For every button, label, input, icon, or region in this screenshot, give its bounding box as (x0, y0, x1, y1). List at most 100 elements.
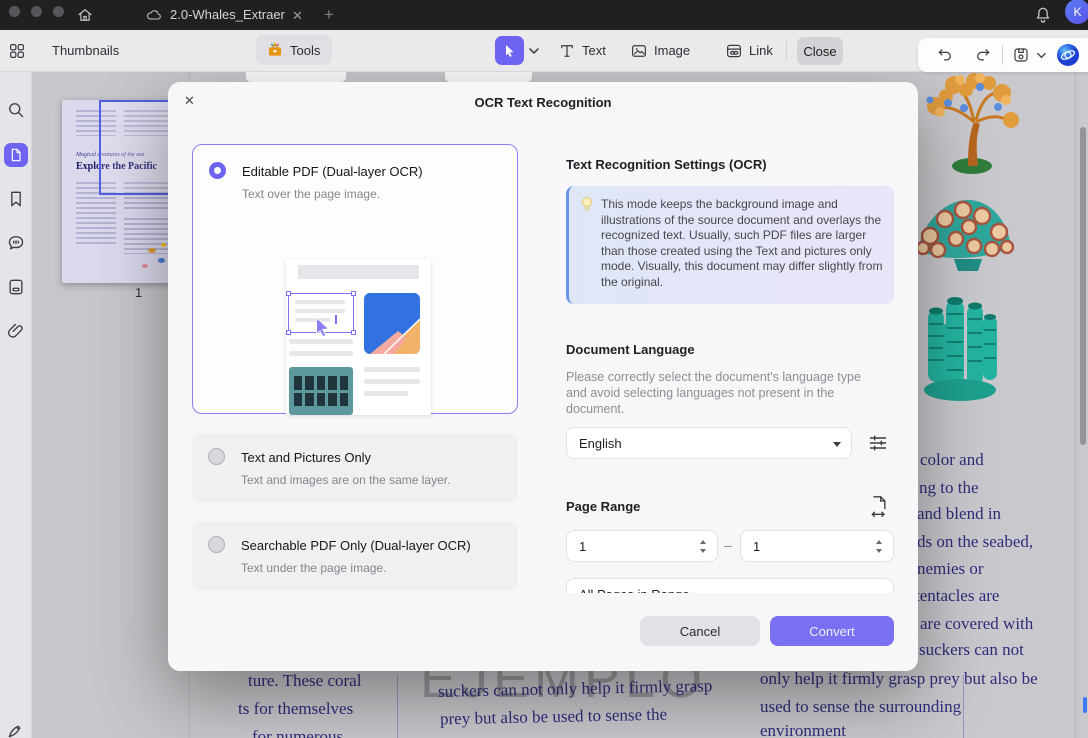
redo-icon[interactable] (974, 46, 992, 64)
link-tool-icon (725, 42, 743, 60)
toolbar-divider (786, 42, 787, 60)
radio-unselected-icon[interactable] (208, 536, 225, 553)
doc-text-line: used to sense the surrounding (760, 697, 961, 717)
doc-text-line: are covered with (920, 614, 1033, 634)
thumbnails-panel-title: Thumbnails (52, 43, 119, 58)
option-description: Text over the page image. (242, 187, 380, 201)
select-tool-chevron-icon[interactable] (528, 46, 540, 56)
user-avatar[interactable]: K (1065, 0, 1088, 24)
doc-text-line: nemies or (917, 559, 984, 579)
range-to-input[interactable]: 1 (740, 530, 894, 562)
stamp-icon[interactable] (6, 277, 26, 297)
sidebar-item-thumbnails[interactable] (4, 143, 28, 167)
option-label: Text and Pictures Only (241, 450, 371, 465)
option-editable-pdf[interactable]: Editable PDF (Dual-layer OCR) Text over … (192, 144, 518, 414)
font-toolbar-fragment (445, 72, 532, 82)
spinner-down-icon[interactable] (876, 549, 882, 553)
thumb-fish (161, 243, 166, 247)
comments-icon[interactable] (6, 233, 26, 253)
select-tool-button[interactable] (495, 36, 524, 65)
toolbox-icon (266, 41, 284, 59)
close-edit-mode-button[interactable]: Close (797, 37, 843, 65)
lightbulb-icon (579, 196, 595, 214)
text-selection-handle[interactable] (1083, 697, 1087, 713)
app-window: EJEMPLO ture. These coral ts for themsel… (0, 0, 1088, 738)
image-tool-icon (630, 42, 648, 60)
save-options-chevron-icon[interactable] (1036, 51, 1047, 60)
home-icon[interactable] (76, 6, 94, 24)
window-zoom-button[interactable] (53, 6, 64, 17)
range-mode-dropdown-clipped[interactable]: All Pages in Range (566, 578, 894, 593)
language-hint: Please correctly select the document's l… (566, 369, 880, 417)
cancel-button[interactable]: Cancel (640, 616, 760, 646)
document-actions-toolbar (918, 38, 1088, 72)
language-dropdown[interactable]: English (566, 427, 852, 459)
page-range-icon[interactable] (869, 494, 889, 518)
settings-heading: Text Recognition Settings (OCR) (566, 157, 767, 172)
doc-text-line: color and (920, 450, 984, 470)
notifications-bell-icon[interactable] (1033, 5, 1053, 25)
dropdown-caret-icon (833, 442, 841, 447)
option-text-pictures-only[interactable]: Text and Pictures Only Text and images a… (192, 433, 518, 503)
doc-text-line: ture. These coral (248, 671, 361, 691)
option-description: Text and images are on the same layer. (241, 473, 450, 487)
dialog-title: OCR Text Recognition (168, 95, 918, 110)
doc-text-line: prey but also be used to sense the (440, 705, 667, 730)
grid-view-icon[interactable] (8, 42, 26, 60)
window-minimize-button[interactable] (31, 6, 42, 17)
illustration-cursor-icon (312, 315, 334, 339)
range-to-value: 1 (753, 539, 760, 554)
page-range-heading: Page Range (566, 499, 640, 514)
doc-text-line: suckers can not (919, 640, 1024, 660)
tab-close-icon[interactable]: ✕ (292, 8, 303, 24)
panel-seam (1075, 72, 1076, 738)
range-from-value: 1 (579, 539, 586, 554)
doc-text-line: ts for themselves (238, 699, 353, 719)
thumb-fish (142, 264, 148, 268)
spinner-down-icon[interactable] (700, 549, 706, 553)
info-text: This mode keeps the background image and… (601, 197, 885, 290)
spinner-up-icon[interactable] (700, 540, 706, 544)
doc-text-line: tentacles are (915, 586, 999, 606)
new-tab-button[interactable]: + (324, 5, 334, 25)
language-dropdown-value: English (579, 436, 622, 451)
link-tool-button[interactable]: Link (749, 43, 773, 58)
thumb-fish (158, 258, 165, 263)
ai-assistant-icon[interactable] (1056, 43, 1080, 67)
titlebar: 2.0-Whales_Extraer ✕ + K (0, 0, 1088, 30)
tools-button-label: Tools (290, 43, 320, 58)
main-toolbar: Thumbnails Tools Text Image (0, 30, 1088, 72)
page-icon (8, 147, 24, 163)
undo-icon[interactable] (936, 46, 954, 64)
text-block-divider (397, 675, 398, 738)
option-searchable-pdf[interactable]: Searchable PDF Only (Dual-layer OCR) Tex… (192, 521, 518, 591)
vertical-scrollbar[interactable] (1080, 127, 1086, 445)
text-tool-button[interactable]: Text (582, 43, 606, 58)
doc-text-line: environment (760, 721, 846, 738)
page-thumbnail[interactable]: Magical creatures of the sea Explore the… (62, 100, 180, 283)
range-from-input[interactable]: 1 (566, 530, 718, 562)
tab-title[interactable]: 2.0-Whales_Extraer (170, 7, 285, 22)
image-tool-button[interactable]: Image (654, 43, 690, 58)
save-icon[interactable] (1012, 46, 1030, 64)
radio-selected-icon[interactable] (209, 162, 226, 179)
signature-pen-icon[interactable] (6, 720, 26, 738)
thumb-fish (148, 248, 156, 253)
range-mode-value: All Pages in Range (579, 587, 690, 593)
option-label: Editable PDF (Dual-layer OCR) (242, 164, 423, 179)
radio-unselected-icon[interactable] (208, 448, 225, 465)
bookmark-icon[interactable] (6, 189, 26, 209)
tools-button[interactable]: Tools (256, 35, 332, 65)
convert-button[interactable]: Convert (770, 616, 894, 646)
window-close-button[interactable] (9, 6, 20, 17)
toolbar-divider (1002, 45, 1003, 65)
spinner-up-icon[interactable] (876, 540, 882, 544)
doc-text-line: only help it firmly grasp prey but also … (760, 669, 1038, 689)
language-heading: Document Language (566, 342, 695, 357)
ocr-dialog: ✕ OCR Text Recognition Editable PDF (Dua… (168, 82, 918, 671)
language-settings-sliders-icon[interactable] (868, 433, 888, 453)
thumbnails-panel: Magical creatures of the sea Explore the… (32, 72, 190, 738)
range-separator: – (724, 537, 732, 553)
search-icon[interactable] (6, 100, 26, 120)
attachment-paperclip-icon[interactable] (6, 321, 26, 341)
